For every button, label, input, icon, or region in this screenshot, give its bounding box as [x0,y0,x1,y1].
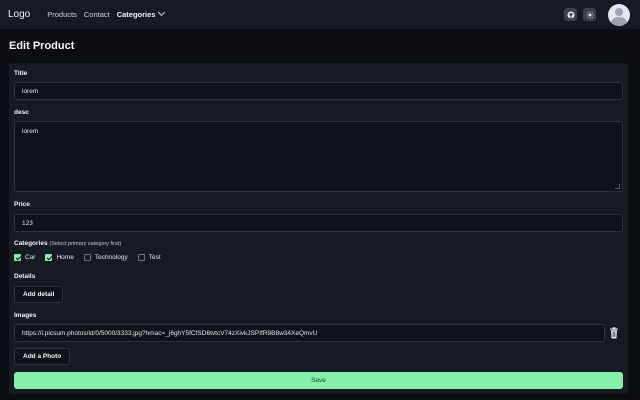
images-label: Images [14,312,37,319]
title-input[interactable]: lorem [14,82,623,100]
category-home[interactable]: Home [45,254,74,261]
category-technology-label: Technology [94,254,128,261]
logo[interactable]: Logo [8,9,30,20]
category-checkboxes: Car Home Technology Test [14,254,171,261]
github-icon [567,11,574,18]
nav-link-products[interactable]: Products [47,10,77,19]
categories-hint: (Select primary category first) [49,241,122,247]
desc-textarea[interactable]: lorem [14,121,623,192]
theme-toggle-button[interactable] [583,8,596,21]
nav-actions [558,3,632,26]
desc-value: lorem [22,128,39,135]
sun-icon [585,10,594,19]
category-car-checkbox[interactable] [14,254,21,261]
category-test-checkbox[interactable] [137,254,145,261]
category-home-label: Home [56,254,74,261]
avatar-head [615,7,623,16]
price-label: Price [14,201,30,208]
nav-dropdown-categories[interactable]: Categories [116,8,166,19]
user-avatar-icon[interactable] [608,3,630,26]
resize-handle-icon[interactable] [615,184,620,189]
page-title: Edit Product [9,40,75,52]
title-label: Title [14,70,28,77]
image-url-input[interactable]: https://i.picsum.photos/id/0/5000/3333.j… [14,324,605,342]
trash-icon[interactable] [609,327,619,339]
details-label: Details [14,273,36,280]
category-home-checkbox[interactable] [45,254,53,261]
price-input[interactable]: 123 [14,214,623,232]
category-technology-checkbox[interactable] [83,254,91,261]
category-test-label: Test [148,254,161,261]
add-photo-button[interactable]: Add a Photo [14,348,71,365]
edit-product-form: Title lorem desc lorem Price 123 Categor… [9,63,628,394]
add-detail-button[interactable]: Add detail [14,286,64,303]
nav-link-contact[interactable]: Contact [84,10,110,19]
category-car[interactable]: Car [14,254,35,261]
avatar-body [611,16,627,26]
category-technology[interactable]: Technology [83,254,128,261]
categories-label: Categories (Select primary category firs… [14,240,121,247]
category-car-label: Car [25,254,36,261]
nav-dropdown-label: Categories [116,10,156,19]
desc-label: desc [14,109,29,116]
categories-label-text: Categories [14,240,48,247]
save-button[interactable]: Save [14,372,623,389]
category-test[interactable]: Test [137,254,161,261]
chevron-down-icon [158,8,166,17]
navbar: Logo Products Contact Categories [0,0,640,29]
github-button[interactable] [564,8,577,21]
